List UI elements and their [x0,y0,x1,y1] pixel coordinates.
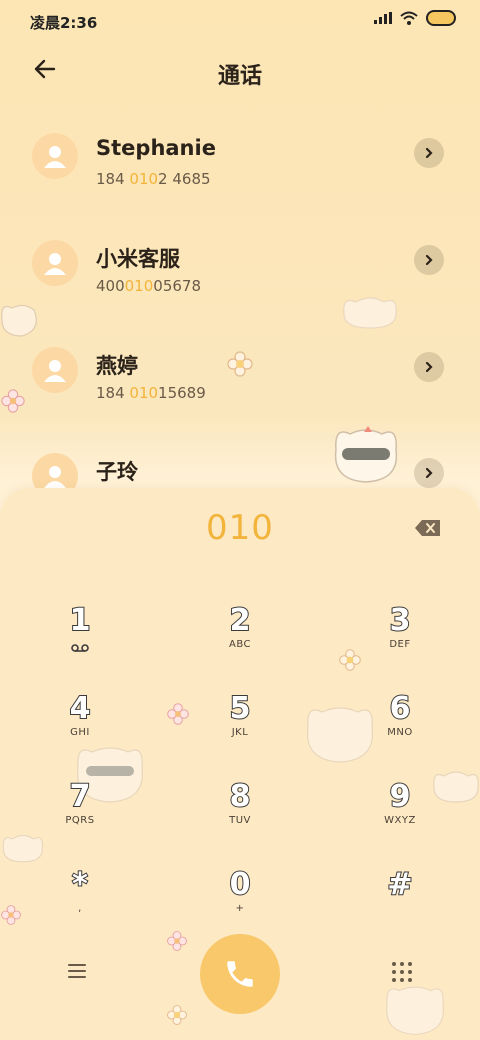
contact-name: 燕婷 [96,354,138,378]
dial-key-6[interactable]: 6 MNO [340,691,460,762]
dial-key-7[interactable]: 7 PQRS [20,779,140,850]
system-icons [374,10,456,26]
avatar [32,347,78,393]
key-letters: MNO [387,727,413,738]
dial-key-3[interactable]: 3 DEF [340,603,460,674]
header: 通话 [0,52,480,92]
chevron-right-icon [425,467,433,479]
dial-key-5[interactable]: 5 JKL [180,691,300,762]
dialpad-icon[interactable] [390,960,414,984]
dial-key-star[interactable]: * , [20,867,140,938]
dial-key-9[interactable]: 9 WXYZ [340,779,460,850]
key-letters: + [235,903,245,914]
contact-detail-button[interactable] [414,138,444,168]
key-letters: WXYZ [384,815,416,826]
dialer-panel: 010 1 2 ABC 3 DEF 4 GHI 5 JKL 6 MNO 7 PQ… [0,488,480,1040]
contact-row[interactable]: 小米客服 40001005678 [0,240,480,333]
phone-icon [227,961,253,987]
key-digit: * [71,867,89,903]
key-digit: # [386,867,413,903]
dial-key-hash[interactable]: # [340,867,460,938]
contact-name: 小米客服 [96,247,180,271]
cat-decoration [386,986,444,1035]
key-letters: GHI [70,727,90,738]
avatar [32,240,78,286]
page-title: 通话 [217,64,262,89]
person-icon [44,253,66,275]
flower-decoration [1,905,21,925]
contact-name: Stephanie [96,136,216,160]
key-digit: 2 [229,603,252,639]
chevron-right-icon [425,361,433,373]
person-icon [44,466,66,488]
menu-icon[interactable] [64,958,90,984]
dial-key-4[interactable]: 4 GHI [20,691,140,762]
chevron-right-icon [425,254,433,266]
dial-key-1[interactable]: 1 [20,603,140,674]
wifi-icon [400,11,418,25]
chevron-right-icon [425,147,433,159]
key-digit: 0 [229,867,252,903]
backspace-icon[interactable] [414,518,442,538]
key-letters: PQRS [65,815,95,826]
key-letters: , [78,903,82,914]
key-digit: 3 [389,603,412,639]
key-digit: 1 [69,603,92,639]
key-digit: 4 [69,691,92,727]
contact-number: 184 0102 4685 [96,170,211,188]
key-digit: 7 [69,779,92,815]
avatar [32,133,78,179]
flower-decoration [167,1005,187,1025]
key-letters: DEF [389,639,411,650]
person-icon [44,360,66,382]
call-button[interactable] [200,934,280,1014]
person-icon [44,146,66,168]
key-letters: JKL [231,727,249,738]
voicemail-icon [71,644,89,652]
key-letters: TUV [229,815,251,826]
signal-icon [374,12,392,24]
contact-name: 子玲 [96,460,138,484]
dial-key-8[interactable]: 8 TUV [180,779,300,850]
status-time: 凌晨2:36 [30,14,98,32]
key-digit: 6 [389,691,412,727]
contact-detail-button[interactable] [414,245,444,275]
key-digit: 9 [389,779,412,815]
dialed-number: 010 [206,508,274,548]
contact-detail-button[interactable] [414,458,444,488]
dial-key-2[interactable]: 2 ABC [180,603,300,674]
key-digit: 8 [229,779,252,815]
contact-detail-button[interactable] [414,352,444,382]
key-digit: 5 [229,691,252,727]
dial-key-0[interactable]: 0 + [180,867,300,938]
status-bar: 凌晨2:36 [0,0,480,40]
contact-number: 40001005678 [96,277,201,295]
battery-icon [426,10,456,26]
contact-row[interactable]: Stephanie 184 0102 4685 [0,133,480,226]
key-letters: ABC [228,639,251,650]
contact-number: 184 01015689 [96,384,206,402]
contact-row[interactable]: 燕婷 184 01015689 [0,347,480,440]
